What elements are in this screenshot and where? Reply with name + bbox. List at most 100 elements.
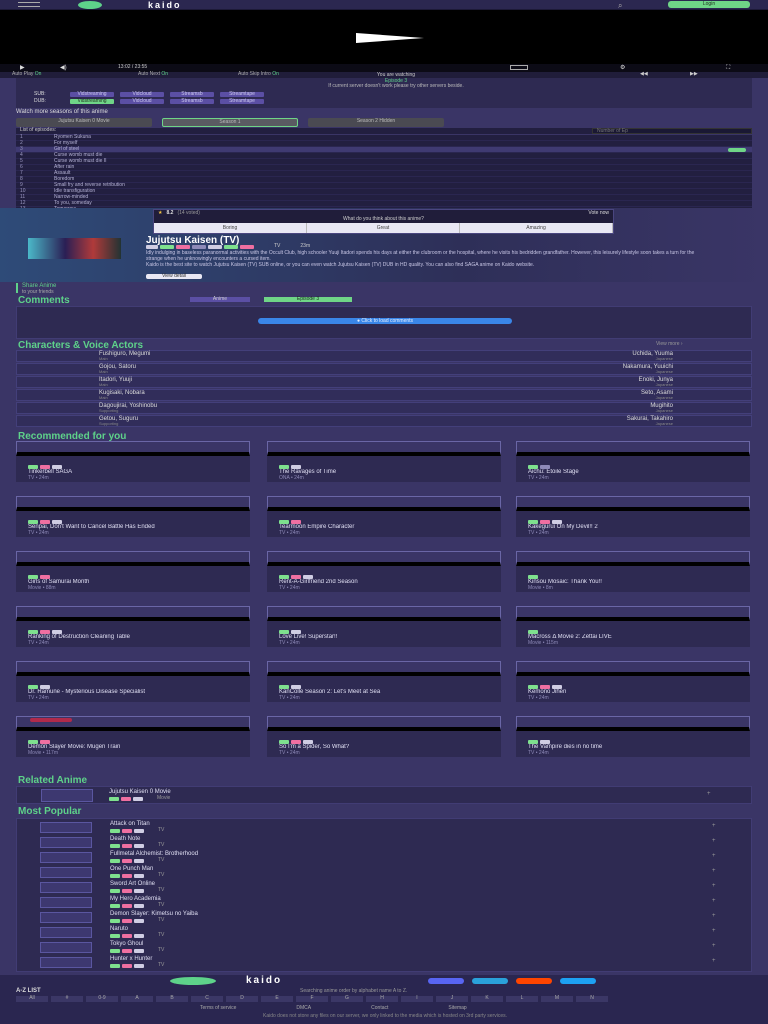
sub-server-button[interactable]: Streamtape — [220, 92, 264, 98]
card-thumbnail[interactable] — [516, 606, 750, 621]
card-title[interactable]: Tinkerbell SAGA — [16, 469, 250, 476]
card-thumbnail[interactable] — [516, 441, 750, 456]
add-icon[interactable]: + — [712, 913, 716, 920]
card-thumbnail[interactable] — [516, 551, 750, 566]
auto-play-toggle[interactable]: On — [35, 71, 42, 77]
card-thumbnail[interactable] — [516, 661, 750, 676]
add-icon[interactable]: + — [712, 943, 716, 950]
popular-item[interactable]: Hunter x Hunter TV + — [22, 955, 744, 969]
card-thumbnail[interactable] — [16, 551, 250, 566]
popular-title[interactable]: Hunter x Hunter — [110, 956, 152, 963]
card-thumbnail[interactable] — [267, 661, 501, 676]
az-letter[interactable]: I — [401, 995, 433, 1002]
view-detail-button[interactable]: View detail — [146, 274, 202, 279]
popular-thumb[interactable] — [40, 897, 92, 908]
dub-server-button-active[interactable]: Vidstreaming — [70, 99, 114, 105]
popular-title[interactable]: Demon Slayer: Kimetsu no Yaiba — [110, 911, 198, 918]
az-letter[interactable]: C — [191, 995, 223, 1002]
dub-server-button[interactable]: Vidcloud — [120, 99, 164, 105]
recommend-card[interactable]: The Vampire dies in no time TV • 24m — [516, 716, 750, 757]
popular-title[interactable]: Fullmetal Alchemist: Brotherhood — [110, 851, 198, 858]
popular-thumb[interactable] — [40, 912, 92, 923]
subtitles-icon[interactable] — [510, 65, 528, 70]
az-letter[interactable]: L — [506, 995, 538, 1002]
popular-item[interactable]: Death Note TV + — [22, 835, 744, 849]
recommend-card[interactable]: Tearmoon Empire Character TV • 24m — [267, 496, 501, 537]
card-title[interactable]: Rent-A-Girlfriend 2nd Season — [267, 579, 501, 586]
discord-icon[interactable] — [428, 978, 464, 984]
az-letter[interactable]: A — [121, 995, 153, 1002]
popular-thumb[interactable] — [40, 867, 92, 878]
az-letter[interactable]: E — [261, 995, 293, 1002]
recommend-card[interactable]: The Ravages of Time ONA • 24m — [267, 441, 501, 482]
recommend-card[interactable]: KanColle Season 2: Let's Meet at Sea TV •… — [267, 661, 501, 702]
related-thumb[interactable] — [41, 789, 93, 802]
recommend-card[interactable]: Kemono Jihen TV • 24m — [516, 661, 750, 702]
card-title[interactable]: Love Live! Superstar!! — [267, 634, 501, 641]
az-letter[interactable]: M — [541, 995, 573, 1002]
popular-title[interactable]: Attack on Titan — [110, 821, 150, 828]
vote-boring-button[interactable]: Boring — [154, 223, 307, 233]
add-icon[interactable]: + — [712, 838, 716, 845]
card-title[interactable]: KanColle Season 2: Let's Meet at Sea — [267, 689, 501, 696]
add-icon[interactable]: + — [707, 791, 711, 798]
season-button-active[interactable]: Season 1 — [162, 117, 298, 127]
az-letter[interactable]: K — [471, 995, 503, 1002]
add-icon[interactable]: + — [712, 823, 716, 830]
card-title[interactable]: So I'm a Spider, So What? — [267, 744, 501, 751]
card-title[interactable]: Dr. Ramune - Mysterious Disease Speciali… — [16, 689, 250, 696]
sub-server-button[interactable]: Vidstreaming — [70, 92, 114, 98]
popular-item[interactable]: One Punch Man TV + — [22, 865, 744, 879]
popular-thumb[interactable] — [40, 957, 92, 968]
footer-link[interactable]: Contact — [371, 1005, 388, 1012]
card-thumbnail[interactable] — [16, 441, 250, 456]
popular-title[interactable]: Sword Art Online — [110, 881, 155, 888]
prev-episode-icon[interactable]: ◀◀ — [640, 71, 648, 78]
comment-tab-episode[interactable]: Episode 3 — [264, 297, 352, 302]
add-icon[interactable]: + — [712, 883, 716, 890]
card-thumbnail[interactable] — [267, 606, 501, 621]
load-comments-button[interactable]: ● Click to load comments — [258, 318, 512, 324]
next-episode-icon[interactable]: ▶▶ — [690, 71, 698, 78]
popular-thumb[interactable] — [40, 852, 92, 863]
az-letter[interactable]: N — [576, 995, 608, 1002]
card-thumbnail[interactable] — [267, 496, 501, 511]
recommend-card[interactable]: So I'm a Spider, So What? TV • 24m — [267, 716, 501, 757]
footer-link[interactable]: Terms of service — [200, 1005, 236, 1012]
sub-server-button[interactable]: Vidcloud — [120, 92, 164, 98]
recommend-card[interactable]: Girls of Samurai Month Movie • 88m — [16, 551, 250, 592]
add-icon[interactable]: + — [712, 853, 716, 860]
search-icon[interactable]: ⌕ — [618, 1, 622, 10]
card-thumbnail[interactable] — [516, 496, 750, 511]
az-letter[interactable]: 0-9 — [86, 995, 118, 1002]
season-button[interactable]: Jujutsu Kaisen 0 Movie — [16, 117, 152, 127]
popular-thumb[interactable] — [40, 822, 92, 833]
card-thumbnail[interactable] — [267, 716, 501, 731]
popular-thumb[interactable] — [40, 927, 92, 938]
az-letter[interactable]: # — [51, 995, 83, 1002]
dub-server-button[interactable]: Streamtape — [220, 99, 264, 105]
recommend-card[interactable]: Kinsou Mosaic: Thank You!! Movie • 8m — [516, 551, 750, 592]
popular-item[interactable]: Tokyo Ghoul TV + — [22, 940, 744, 954]
vote-great-button[interactable]: Great — [307, 223, 460, 233]
fullscreen-icon[interactable]: ⛶ — [726, 65, 730, 72]
card-title[interactable]: Aichu: Etoile Stage — [516, 469, 750, 476]
popular-title[interactable]: One Punch Man — [110, 866, 153, 873]
card-thumbnail[interactable] — [267, 551, 501, 566]
sub-server-button[interactable]: Streamsb — [170, 92, 214, 98]
card-title[interactable]: Ranking of Destruction Cleaning Table — [16, 634, 250, 641]
popular-thumb[interactable] — [40, 942, 92, 953]
telegram-icon[interactable] — [472, 978, 508, 984]
card-thumbnail[interactable] — [16, 661, 250, 676]
play-icon[interactable] — [356, 33, 424, 43]
popular-item[interactable]: Fullmetal Alchemist: Brotherhood TV + — [22, 850, 744, 864]
site-logo[interactable]: kaido — [148, 0, 182, 10]
footer-link[interactable]: DMCA — [296, 1005, 311, 1012]
recommend-card[interactable]: Ranking of Destruction Cleaning Table TV … — [16, 606, 250, 647]
recommend-card[interactable]: Kakegurui On My Devil!! 2 TV • 24m — [516, 496, 750, 537]
az-letter[interactable]: All — [16, 995, 48, 1002]
card-title[interactable]: Tearmoon Empire Character — [267, 524, 501, 531]
add-icon[interactable]: + — [712, 928, 716, 935]
recommend-card[interactable]: Demon Slayer Movie: Mugen Train Movie • 1… — [16, 716, 250, 757]
recommend-card[interactable]: Macross Δ Movie 2: Zettai LIVE Movie • 11… — [516, 606, 750, 647]
